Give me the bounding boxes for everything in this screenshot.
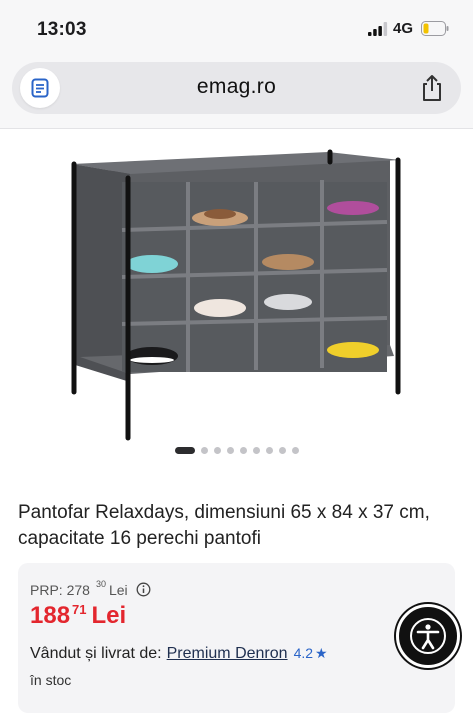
current-price: 188 71 Lei xyxy=(30,602,126,630)
carousel-dot[interactable] xyxy=(213,447,221,455)
carousel-dot[interactable] xyxy=(265,447,273,455)
prp-decimals: 30 xyxy=(95,579,106,589)
prp-label: PRP: xyxy=(30,582,63,598)
prp-integer: 278 xyxy=(66,582,90,598)
price-integer: 188 xyxy=(30,602,71,629)
recommended-price: PRP: 278 30 Lei xyxy=(30,579,151,598)
url-text[interactable]: emag.ro xyxy=(12,75,461,99)
product-image[interactable] xyxy=(60,142,415,442)
carousel-dot[interactable] xyxy=(291,447,299,455)
network-type: 4G xyxy=(393,20,414,37)
seller-name-link[interactable]: Premium Denron xyxy=(167,645,288,662)
prp-currency: Lei xyxy=(108,582,128,598)
address-bar[interactable]: emag.ro xyxy=(12,62,461,114)
seller-rating: 4.2 xyxy=(293,645,314,661)
product-title: Pantofar Relaxdays, dimensiuni 65 x 84 x… xyxy=(18,502,430,549)
browser-chrome: emag.ro xyxy=(0,56,473,129)
carousel-dot[interactable] xyxy=(174,447,195,455)
share-icon[interactable] xyxy=(418,73,446,103)
image-carousel-dots[interactable] xyxy=(0,442,473,455)
carousel-dot[interactable] xyxy=(239,447,247,455)
battery-icon xyxy=(421,21,449,36)
price-card: PRP: 278 30 Lei 188 71 Lei Vândut și livrat … xyxy=(18,563,455,713)
signal-icon xyxy=(368,22,388,36)
status-bar: 13:03 4G xyxy=(0,0,473,56)
accessibility-button[interactable] xyxy=(396,604,460,668)
stock-status: în stoc xyxy=(30,672,72,688)
status-time: 13:03 xyxy=(37,19,87,40)
seller-info: Vândut și livrat de: Premium Denron 4.2 ★ xyxy=(30,645,328,663)
star-icon: ★ xyxy=(315,645,328,661)
carousel-dot[interactable] xyxy=(226,447,234,455)
carousel-dot[interactable] xyxy=(252,447,260,455)
carousel-dot[interactable] xyxy=(278,447,286,455)
seller-label: Vândut și livrat de: xyxy=(30,645,162,662)
price-decimals: 71 xyxy=(72,602,87,617)
carousel-dot[interactable] xyxy=(200,447,208,455)
accessibility-icon xyxy=(410,618,446,654)
price-currency: Lei xyxy=(91,602,127,629)
info-icon[interactable] xyxy=(136,582,151,597)
